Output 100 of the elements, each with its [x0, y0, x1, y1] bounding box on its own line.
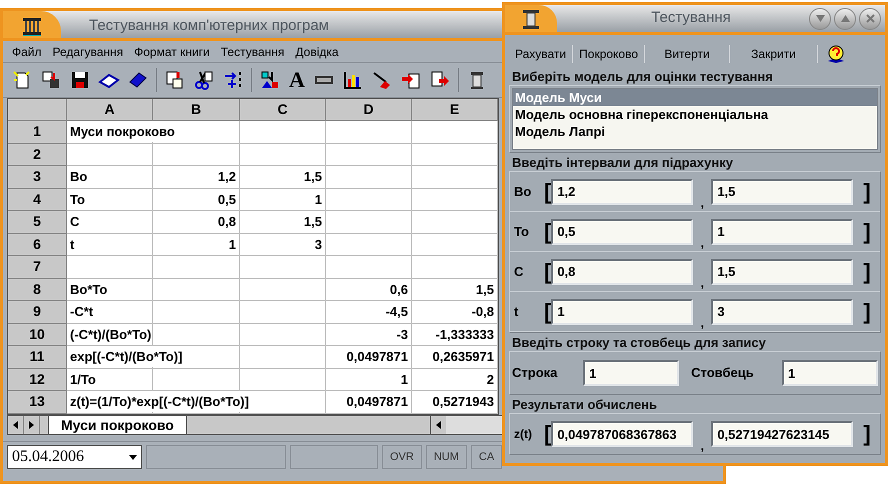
bar-chart-icon[interactable]	[342, 69, 364, 91]
row-header[interactable]: 13	[8, 391, 67, 414]
column-header[interactable]: C	[240, 99, 326, 121]
table-cell: 0,8	[153, 211, 240, 234]
row-header[interactable]: 11	[8, 346, 67, 368]
bracket: [	[544, 180, 552, 202]
cell-text: exp[(-C*t)/(Bo*To)]	[70, 346, 182, 367]
status-indicator: NUM	[426, 445, 467, 469]
row-header[interactable]: 12	[8, 368, 67, 391]
field-label: To	[514, 222, 530, 241]
row-header[interactable]: 9	[8, 301, 67, 324]
up-triangle-icon	[840, 14, 850, 23]
menu-item[interactable]: Формат книги	[134, 42, 210, 60]
table-cell: -4,5	[326, 301, 412, 324]
separator: ,	[700, 237, 705, 249]
table-cell: 1,2	[153, 166, 240, 188]
bracket: ]	[863, 220, 871, 242]
format-icon[interactable]	[259, 69, 281, 91]
input-field[interactable]: 1	[551, 298, 694, 324]
separator: ,	[700, 197, 705, 209]
input-field[interactable]: 0,5	[551, 218, 694, 244]
right-arrow-icon	[29, 420, 34, 428]
menu-item[interactable]: Витерти	[645, 45, 730, 63]
list-item[interactable]: Модель Лапрі	[513, 123, 877, 140]
row-header[interactable]: 4	[8, 188, 67, 211]
input-field[interactable]: 1	[583, 360, 680, 386]
close-button[interactable]	[859, 8, 881, 30]
table-cell: 1	[240, 188, 326, 211]
field-label: Стовбець	[691, 364, 755, 382]
table-cell: 0,2635971	[412, 346, 498, 368]
input-field[interactable]: 1,2	[551, 178, 694, 204]
row-header[interactable]: 7	[8, 256, 67, 278]
column-header[interactable]: D	[326, 99, 412, 121]
menu-item[interactable]: Рахувати	[509, 45, 574, 63]
dropdown-arrow-icon	[129, 454, 137, 460]
scissors-icon[interactable]	[193, 69, 215, 91]
table-cell: 1,5	[240, 166, 326, 188]
table-cell: 1	[326, 368, 412, 391]
date-dropdown[interactable]: 05.04.2006	[7, 445, 142, 469]
list-item[interactable]: Модель Муси	[513, 89, 877, 106]
input-field[interactable]: 1	[782, 360, 878, 386]
corner-cell	[8, 99, 67, 121]
bracket: ]	[863, 260, 871, 282]
minimize-button[interactable]	[809, 8, 831, 30]
table-cell: 2	[412, 368, 498, 391]
input-field[interactable]: 1,5	[711, 258, 854, 284]
scroll-left-icon[interactable]	[436, 420, 441, 428]
menu-item[interactable]: Тестування	[220, 42, 284, 60]
field-label: z(t)	[514, 426, 533, 443]
bracket: ]	[863, 300, 871, 322]
group-title: Результати обчислень	[511, 397, 658, 413]
cell-text: Муси покроково	[70, 121, 175, 142]
insert-rows-icon[interactable]	[222, 69, 244, 91]
status-indicator: OVR	[382, 445, 422, 469]
input-field[interactable]: 0,049787068367863	[551, 421, 694, 447]
menu-item[interactable]: Закрити	[730, 45, 818, 63]
row-header[interactable]: 5	[8, 211, 67, 234]
bracket: ]	[863, 423, 871, 445]
row-header[interactable]: 3	[8, 166, 67, 188]
menu-item[interactable]: Покроково	[573, 45, 646, 63]
table-cell: 1,5	[240, 211, 326, 234]
bracket: [	[544, 260, 552, 282]
save-to-file-icon[interactable]	[40, 69, 62, 91]
help-icon[interactable]	[826, 44, 846, 64]
row-header[interactable]: 1	[8, 121, 67, 144]
input-field[interactable]: 3	[711, 298, 854, 324]
close-icon	[866, 14, 874, 23]
menu-item[interactable]: Довідка	[295, 42, 339, 60]
input-field[interactable]: 1,5	[711, 178, 854, 204]
table-cell: 1,5	[412, 278, 498, 301]
input-field[interactable]: 1	[711, 218, 854, 244]
menu-item[interactable]: Редагування	[52, 42, 124, 60]
sheet-tab[interactable]: Муси покроково	[48, 416, 187, 434]
table-cell: 0,6	[326, 278, 412, 301]
table-cell: -1,333333	[412, 324, 498, 346]
group-title: Виберіть модель для оцінки тестування	[511, 69, 774, 85]
row-header[interactable]: 10	[8, 324, 67, 346]
table-cell: 0,5271943	[412, 391, 498, 414]
column-header[interactable]: A	[67, 99, 153, 121]
window-title: Тестування	[650, 8, 732, 28]
separator: ,	[700, 440, 705, 452]
list-item[interactable]: Модель основна гіперекспоненціальна	[513, 106, 877, 123]
input-field[interactable]: 0,8	[551, 258, 694, 284]
row-header[interactable]: 2	[8, 144, 67, 166]
menu-item[interactable]: Файл	[12, 42, 42, 60]
table-cell: 3	[240, 234, 326, 256]
font-button[interactable]: A	[288, 69, 306, 91]
column-header[interactable]: E	[412, 99, 498, 121]
bracket: [	[544, 423, 552, 445]
field-label: C	[514, 262, 524, 281]
separator: ,	[700, 317, 705, 329]
field-label: Строка	[512, 364, 558, 382]
status-indicator: CA	[470, 445, 502, 469]
input-field[interactable]: 0,52719427623145	[711, 421, 854, 447]
row-header[interactable]: 6	[8, 234, 67, 256]
row-header[interactable]: 8	[8, 278, 67, 301]
table-cell: 1	[153, 234, 240, 256]
maximize-button[interactable]	[834, 8, 856, 30]
column-header[interactable]: B	[153, 99, 240, 121]
bracket: ]	[863, 180, 871, 202]
